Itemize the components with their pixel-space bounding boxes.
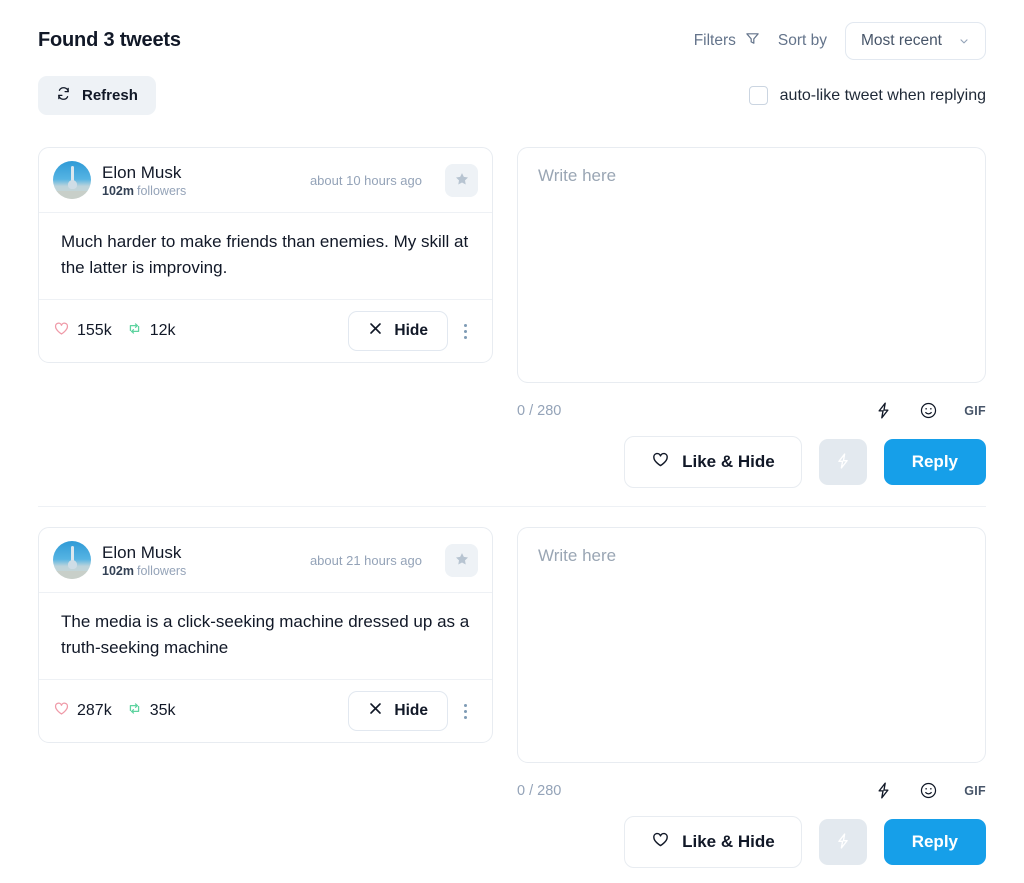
composer-actions: Like & Hide Reply <box>517 436 986 488</box>
autolike-checkbox[interactable] <box>748 86 768 105</box>
heart-outline-icon <box>53 320 70 342</box>
reply-button[interactable]: Reply <box>883 439 986 485</box>
hide-label: Hide <box>394 702 428 719</box>
like-and-hide-label: Like & Hide <box>682 832 775 851</box>
tweet-header: Elon Musk 102m followers about 21 hours a… <box>39 528 492 592</box>
kebab-menu-icon[interactable] <box>452 703 478 719</box>
followers-label: followers <box>136 183 187 198</box>
followers-label: followers <box>136 563 187 578</box>
lightning-icon[interactable] <box>874 401 893 420</box>
star-icon <box>454 171 470 190</box>
rocket-avatar <box>53 541 91 579</box>
close-x-icon <box>368 701 383 721</box>
funnel-icon <box>745 31 760 51</box>
rocket-avatar <box>53 161 91 199</box>
retweet-icon <box>126 320 143 342</box>
retweet-icon <box>126 700 143 722</box>
gif-button[interactable]: GIF <box>964 784 986 798</box>
retweet-stat[interactable]: 35k <box>126 700 176 722</box>
refresh-button[interactable]: Refresh <box>38 76 156 115</box>
like-stat[interactable]: 287k <box>53 700 112 722</box>
reply-textarea[interactable] <box>517 527 986 763</box>
followers-count: 102m <box>102 563 134 578</box>
lightning-icon <box>834 832 852 853</box>
composer-meta-row: 0 / 280 GIF <box>517 781 986 800</box>
gif-button[interactable]: GIF <box>964 404 986 418</box>
gif-label: GIF <box>964 403 986 418</box>
like-count: 287k <box>77 702 112 719</box>
emoji-smiley-icon[interactable] <box>919 781 938 800</box>
sort-select[interactable]: Most recent <box>845 22 986 60</box>
author-name: Elon Musk <box>102 162 182 182</box>
autolike-label: auto-like tweet when replying <box>779 86 986 104</box>
like-and-hide-button[interactable]: Like & Hide <box>624 816 802 868</box>
retweet-count: 35k <box>149 702 176 719</box>
boost-button[interactable] <box>818 819 867 865</box>
author-followers: 102m followers <box>102 184 299 199</box>
tweet-timestamp: about 10 hours ago <box>309 172 422 188</box>
followers-count: 102m <box>102 183 134 198</box>
reply-textarea[interactable] <box>517 147 986 383</box>
kebab-menu-icon[interactable] <box>452 323 478 339</box>
like-and-hide-button[interactable]: Like & Hide <box>624 436 802 488</box>
tweet-header: Elon Musk 102m followers about 10 hours a… <box>39 148 492 212</box>
author-name: Elon Musk <box>102 542 182 562</box>
hide-button[interactable]: Hide <box>348 311 448 351</box>
secondary-toolbar: Refresh auto-like tweet when replying <box>38 76 986 115</box>
filters-label: Filters <box>693 32 736 49</box>
author-block: Elon Musk 102m followers <box>102 162 299 199</box>
hide-button[interactable]: Hide <box>348 691 448 731</box>
retweet-count: 12k <box>149 322 176 339</box>
tweet-text: Much harder to make friends than enemies… <box>61 232 469 277</box>
lightning-icon <box>834 452 852 473</box>
boost-button[interactable] <box>818 439 867 485</box>
toolbar-right: Filters Sort by Most recent <box>694 22 986 60</box>
tweet-card: Elon Musk 102m followers about 21 hours a… <box>38 527 493 743</box>
retweet-stat[interactable]: 12k <box>126 320 176 342</box>
autolike-checkbox-row[interactable]: auto-like tweet when replying <box>748 86 986 105</box>
tweet-footer: 287k 35k Hide <box>39 680 492 742</box>
character-counter: 0 / 280 <box>517 402 562 419</box>
tweet-footer: 155k 12k Hide <box>39 300 492 362</box>
author-followers: 102m followers <box>102 564 299 579</box>
hide-label: Hide <box>394 322 428 339</box>
composer-actions: Like & Hide Reply <box>517 816 986 868</box>
like-stat[interactable]: 155k <box>53 320 112 342</box>
tweet-timestamp: about 21 hours ago <box>309 552 422 568</box>
toolbar: Found 3 tweets Filters Sort by Most rece… <box>38 0 986 60</box>
section-divider <box>38 506 986 507</box>
heart-outline-icon <box>53 700 70 722</box>
favorite-star-button[interactable] <box>445 543 478 577</box>
composer-meta-row: 0 / 280 GIF <box>517 401 986 420</box>
refresh-icon <box>56 86 71 105</box>
reply-composer: 0 / 280 <box>517 147 986 488</box>
star-icon <box>454 551 470 570</box>
like-count: 155k <box>77 322 112 339</box>
emoji-smiley-icon[interactable] <box>919 401 938 420</box>
reply-button[interactable]: Reply <box>883 819 986 865</box>
tweet-text: The media is a click-seeking machine dre… <box>61 612 470 657</box>
heart-outline-icon <box>651 830 670 854</box>
author-block: Elon Musk 102m followers <box>102 542 299 579</box>
close-x-icon <box>368 321 383 341</box>
composer-icon-group: GIF <box>874 401 986 420</box>
sort-select-value: Most recent <box>861 32 942 49</box>
refresh-label: Refresh <box>82 87 138 104</box>
tweet-row: Elon Musk 102m followers about 10 hours a… <box>38 147 986 488</box>
character-counter: 0 / 280 <box>517 782 562 799</box>
favorite-star-button[interactable] <box>445 163 478 197</box>
like-and-hide-label: Like & Hide <box>682 452 775 471</box>
tweet-card: Elon Musk 102m followers about 10 hours a… <box>38 147 493 363</box>
gif-label: GIF <box>964 783 986 798</box>
lightning-icon[interactable] <box>874 781 893 800</box>
tweet-row: Elon Musk 102m followers about 21 hours a… <box>38 527 986 868</box>
sort-by-label: Sort by <box>777 32 828 49</box>
composer-icon-group: GIF <box>874 781 986 800</box>
page-title: Found 3 tweets <box>38 29 181 51</box>
chevron-down-icon <box>958 35 970 47</box>
tweet-reply-dashboard: Found 3 tweets Filters Sort by Most rece… <box>0 0 1024 883</box>
heart-outline-icon <box>651 450 670 474</box>
filters-button[interactable]: Filters <box>694 31 760 51</box>
reply-composer: 0 / 280 <box>517 527 986 868</box>
